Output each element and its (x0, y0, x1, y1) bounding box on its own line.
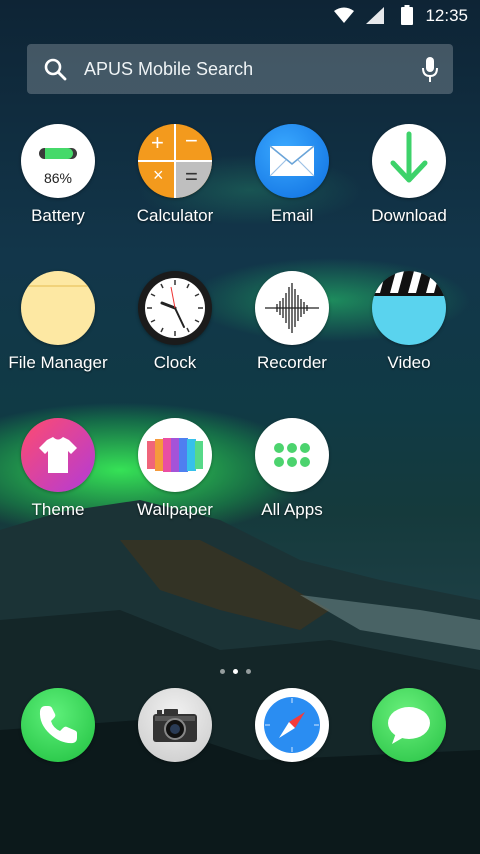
phone-icon[interactable] (21, 688, 95, 762)
microphone-icon[interactable] (421, 57, 439, 83)
browser-icon[interactable] (255, 688, 329, 762)
messages-icon[interactable] (372, 688, 446, 762)
recorder-icon (255, 271, 329, 345)
theme-icon (21, 418, 95, 492)
app-label-calculator: Calculator (136, 206, 214, 225)
video-icon (372, 271, 446, 345)
app-calculator[interactable]: + − × = Calculator (117, 124, 233, 226)
search-icon (44, 58, 67, 81)
app-label-theme: Theme (31, 500, 85, 519)
battery-status-icon (401, 5, 413, 25)
app-wallpaper[interactable]: Wallpaper (117, 418, 233, 520)
app-theme[interactable]: Theme (0, 418, 116, 520)
app-battery[interactable]: 86% Battery (0, 124, 116, 226)
dock (0, 688, 480, 768)
battery-icon: 86% (21, 124, 95, 198)
folder-icon (21, 271, 95, 345)
app-label-battery: Battery (31, 206, 85, 225)
status-bar: 12:35 (0, 0, 480, 32)
page-dot-active[interactable] (233, 669, 238, 674)
status-time: 12:35 (425, 6, 468, 25)
search-input[interactable]: APUS Mobile Search (84, 59, 253, 80)
download-icon (372, 124, 446, 198)
search-bar[interactable]: APUS Mobile Search (27, 44, 453, 94)
app-clock[interactable]: Clock (117, 271, 233, 373)
battery-percent: 86% (43, 170, 73, 186)
page-dot[interactable] (246, 669, 251, 674)
app-label-video: Video (387, 353, 431, 372)
app-label-wallpaper: Wallpaper (137, 500, 213, 519)
camera-icon[interactable] (138, 688, 212, 762)
page-dot[interactable] (220, 669, 225, 674)
all-apps-icon (255, 418, 329, 492)
page-indicator[interactable] (216, 661, 266, 674)
app-recorder[interactable]: Recorder (234, 271, 350, 373)
cell-signal-icon (366, 7, 384, 24)
email-icon (255, 124, 329, 198)
app-email[interactable]: Email (234, 124, 350, 226)
wifi-icon (334, 7, 354, 23)
app-label-file-manager: File Manager (8, 353, 108, 372)
wallpaper-icon (138, 418, 212, 492)
mountain-landscape (0, 500, 480, 854)
clock-icon (138, 271, 212, 345)
app-download[interactable]: Download (351, 124, 467, 226)
app-label-all-apps: All Apps (261, 500, 323, 519)
app-label-recorder: Recorder (257, 353, 327, 372)
calculator-icon: + − × = (138, 124, 212, 198)
app-file-manager[interactable]: File Manager (0, 271, 116, 373)
app-all-apps[interactable]: All Apps (234, 418, 350, 520)
app-label-download: Download (371, 206, 447, 225)
app-video[interactable]: Video (351, 271, 467, 373)
app-label-email: Email (270, 206, 314, 225)
app-label-clock: Clock (153, 353, 197, 372)
